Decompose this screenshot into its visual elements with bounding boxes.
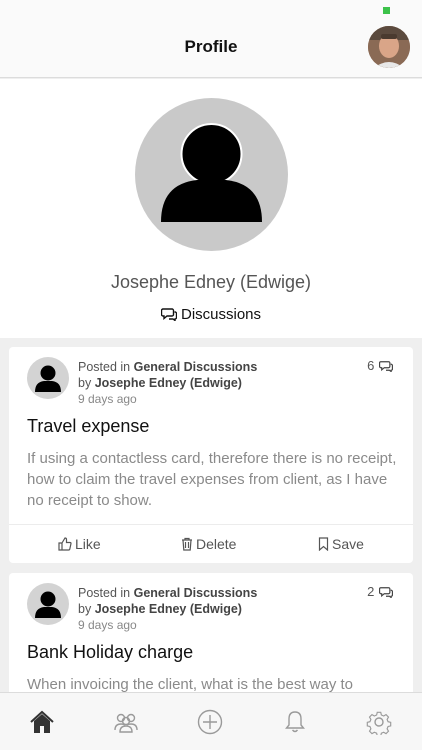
discussions-label: Discussions: [180, 306, 262, 323]
by-label: by: [78, 602, 92, 616]
bookmark-icon: [318, 537, 329, 552]
delete-button[interactable]: Delete: [181, 536, 236, 552]
comments-icon: [378, 587, 394, 599]
status-indicator: [383, 7, 390, 14]
like-label: Like: [75, 536, 101, 552]
post-author[interactable]: Josephe Edney (Edwige): [95, 376, 242, 390]
tab-community[interactable]: [113, 709, 139, 735]
save-button[interactable]: Save: [318, 536, 364, 552]
post-category[interactable]: General Discussions: [134, 360, 258, 374]
comment-count[interactable]: 2: [367, 584, 394, 599]
post-author-avatar[interactable]: [27, 583, 69, 625]
post-author[interactable]: Josephe Edney (Edwige): [95, 602, 242, 616]
tab-bar: [0, 692, 422, 750]
post-meta: Posted in General Discussions by Josephe…: [78, 359, 257, 407]
post-timestamp: 9 days ago: [78, 392, 137, 406]
user-avatar[interactable]: [368, 26, 410, 68]
post-meta: Posted in General Discussions by Josephe…: [78, 585, 257, 633]
gear-icon: [366, 711, 392, 737]
posted-in-label: Posted in: [78, 586, 131, 600]
like-button[interactable]: Like: [58, 536, 101, 552]
post-card[interactable]: Posted in General Discussions by Josephe…: [9, 347, 413, 563]
thumbs-up-icon: [58, 537, 72, 551]
add-icon: [197, 709, 223, 735]
comment-count[interactable]: 6: [367, 358, 394, 373]
profile-section: Josephe Edney (Edwige) Discussions: [0, 79, 422, 338]
home-icon: [30, 710, 54, 733]
comment-count-value: 6: [367, 358, 375, 373]
tab-add[interactable]: [197, 709, 223, 735]
delete-label: Delete: [196, 536, 237, 552]
post-timestamp: 9 days ago: [78, 618, 137, 632]
header: Profile: [0, 0, 422, 78]
page-title: Profile: [184, 37, 238, 56]
discussions-tab[interactable]: Discussions: [0, 306, 422, 323]
post-title[interactable]: Bank Holiday charge: [27, 642, 193, 663]
post-title[interactable]: Travel expense: [27, 416, 149, 437]
save-label: Save: [332, 536, 364, 552]
post-category[interactable]: General Discussions: [134, 586, 258, 600]
tab-home[interactable]: [29, 709, 55, 735]
profile-name: Josephe Edney (Edwige): [110, 272, 312, 292]
trash-icon: [182, 537, 192, 551]
tab-settings[interactable]: [366, 709, 392, 737]
by-label: by: [78, 376, 92, 390]
post-actions: Like Delete Save: [9, 524, 413, 563]
tab-notifications[interactable]: [282, 709, 308, 735]
profile-avatar: [135, 98, 288, 251]
chat-bubbles-icon: [160, 308, 178, 322]
posted-in-label: Posted in: [78, 360, 131, 374]
comments-icon: [378, 361, 394, 373]
community-icon: [114, 713, 138, 733]
bell-icon: [285, 711, 305, 733]
post-author-avatar[interactable]: [27, 357, 69, 399]
post-body: If using a contactless card, therefore t…: [27, 450, 397, 509]
comment-count-value: 2: [367, 584, 375, 599]
